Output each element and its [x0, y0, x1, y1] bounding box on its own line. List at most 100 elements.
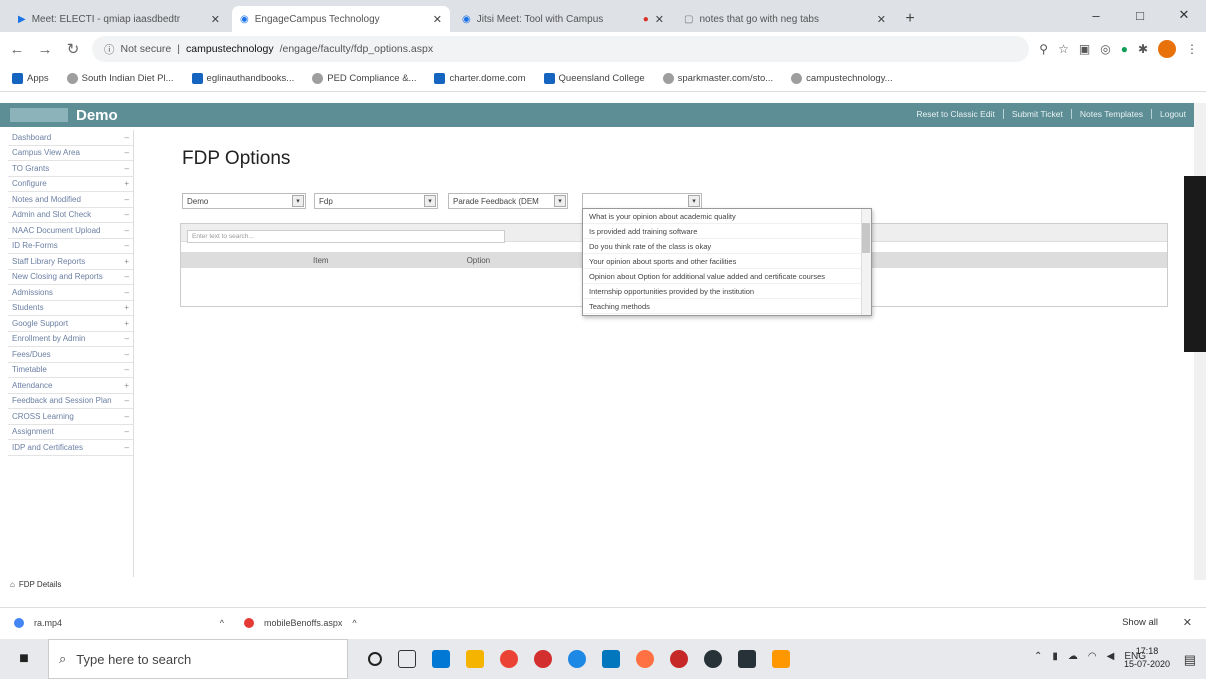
sidebar-item[interactable]: Enrollment by Admin – [8, 332, 133, 347]
taskbar-app-icon[interactable] [772, 650, 790, 668]
volume-icon[interactable]: ◀ [1107, 651, 1115, 662]
grid-search-input[interactable]: Enter text to search... [187, 230, 505, 243]
sidebar-item[interactable]: Google Support + [8, 316, 133, 332]
sidebar-item[interactable]: NAAC Document Upload – [8, 223, 133, 239]
bookmark-item[interactable]: PED Compliance &... [312, 73, 416, 84]
clock[interactable]: 17:18 15-07-2020 [1124, 645, 1170, 671]
taskbar-app-icon[interactable] [738, 650, 756, 668]
profile-avatar[interactable] [1158, 40, 1176, 58]
close-tab-icon[interactable]: ✕ [655, 13, 664, 26]
dropdown-scroll-thumb[interactable] [862, 223, 870, 253]
sidebar-item[interactable]: New Closing and Reports – [8, 270, 133, 285]
task-view-icon[interactable] [398, 650, 416, 668]
column-header-item[interactable]: Item [313, 256, 329, 265]
sidebar-item[interactable]: Assignment – [8, 425, 133, 440]
star-icon[interactable]: ☆ [1058, 42, 1069, 56]
dropdown-option[interactable]: Teaching methods [583, 299, 861, 314]
cortana-icon[interactable] [368, 652, 382, 666]
sidebar-item[interactable]: Admissions – [8, 285, 133, 301]
zoom-icon[interactable]: ⚲ [1039, 42, 1048, 56]
tray-overflow-icon[interactable]: ⌃ [1034, 651, 1042, 662]
sidebar-item[interactable]: Feedback and Session Plan – [8, 394, 133, 409]
sidebar-item[interactable]: CROSS Learning – [8, 409, 133, 425]
chevron-up-icon[interactable]: ^ [220, 618, 224, 628]
taskbar-app-icon[interactable] [432, 650, 450, 668]
close-icon[interactable]: ✕ [1183, 616, 1192, 629]
bookmark-item[interactable]: South Indian Diet Pl... [66, 73, 174, 84]
extension-icon[interactable]: ● [1121, 42, 1128, 56]
taskbar-app-icon[interactable] [704, 650, 722, 668]
bookmark-item[interactable]: eglinauthandbooks... [191, 73, 294, 84]
taskbar-app-icon[interactable] [500, 650, 518, 668]
extension-icon[interactable]: ▣ [1079, 42, 1090, 56]
taskbar-app-icon[interactable] [670, 650, 688, 668]
dropdown-option[interactable]: Do you think rate of the class is okay [583, 239, 861, 254]
download-item[interactable]: mobileBenoffs.aspx ^ [244, 617, 474, 628]
question-select[interactable]: ▾ [582, 193, 702, 209]
browser-tab-3[interactable]: ▢ notes that go with neg tabs ✕ [676, 6, 894, 32]
reload-icon[interactable]: ↻ [64, 40, 82, 58]
notification-icon[interactable]: ▤ [1184, 652, 1196, 668]
sidebar-item[interactable]: Staff Library Reports + [8, 254, 133, 270]
dropdown-option[interactable]: Is provided add training software [583, 224, 861, 239]
browser-tab-2[interactable]: ◉ Jitsi Meet: Tool with Campus ● ✕ [454, 6, 672, 32]
sidebar-item[interactable]: IDP and Certificates – [8, 440, 133, 456]
close-tab-icon[interactable]: ✕ [877, 13, 886, 26]
sidebar-item[interactable]: Admin and Slot Check – [8, 208, 133, 223]
download-item[interactable]: ra.mp4 ^ [14, 617, 244, 628]
new-tab-button[interactable]: + [898, 6, 922, 32]
bookmark-apps[interactable]: Apps [12, 73, 49, 84]
browser-tab-0[interactable]: ▶ Meet: ELECTI - qmiap iaasdbedtr ✕ [10, 6, 228, 32]
header-link[interactable]: Submit Ticket [1002, 109, 1063, 119]
dropdown-option[interactable]: Your opinion about sports and other faci… [583, 254, 861, 269]
taskbar-app-icon[interactable] [568, 650, 586, 668]
extension-icon[interactable]: ◎ [1100, 42, 1110, 56]
sidebar-item[interactable]: Attendance + [8, 378, 133, 394]
bookmark-item[interactable]: charter.dome.com [434, 73, 526, 84]
dropdown-option[interactable]: Internship opportunities provided by the… [583, 284, 861, 299]
taskbar-app-icon[interactable] [466, 650, 484, 668]
module-select[interactable]: Fdp ▾ [314, 193, 438, 209]
dropdown-option[interactable]: Opinion about Option for additional valu… [583, 269, 861, 284]
sidebar-item[interactable]: Configure + [8, 177, 133, 192]
back-icon[interactable]: ← [8, 41, 26, 58]
page-scroll-thumb[interactable] [1184, 176, 1206, 352]
taskbar-search[interactable]: ⌕ Type here to search [48, 639, 348, 679]
header-link[interactable]: Reset to Classic Edit [908, 109, 994, 119]
taskbar-app-icon[interactable] [636, 650, 654, 668]
url-field[interactable]: ⓘ Not secure | campustechnology/engage/f… [92, 36, 1030, 62]
windows-start-icon[interactable]: ■ [0, 639, 48, 679]
header-link[interactable]: Logout [1151, 109, 1186, 119]
sidebar-item[interactable]: Fees/Dues – [8, 347, 133, 363]
bookmark-item[interactable]: sparkmaster.com/sto... [662, 73, 773, 84]
institution-select[interactable]: Demo ▾ [182, 193, 306, 209]
header-link[interactable]: Notes Templates [1070, 109, 1143, 119]
battery-icon[interactable]: ▮ [1052, 651, 1058, 662]
taskbar-app-icon[interactable] [534, 650, 552, 668]
feedback-select[interactable]: Parade Feedback (DEM ▾ [448, 193, 568, 209]
taskbar-app-icon[interactable] [602, 650, 620, 668]
chevron-up-icon[interactable]: ^ [352, 618, 356, 628]
maximize-button[interactable]: □ [1118, 0, 1162, 30]
close-window-button[interactable]: ✕ [1162, 0, 1206, 30]
show-all-button[interactable]: Show all [1122, 617, 1158, 628]
sidebar-item[interactable]: Timetable – [8, 363, 133, 378]
sidebar-item[interactable]: Dashboard – [8, 130, 133, 146]
sidebar-item[interactable]: TO Grants – [8, 161, 133, 177]
column-header-option[interactable]: Option [467, 256, 491, 265]
sidebar-item[interactable]: Campus View Area – [8, 146, 133, 161]
dropdown-option[interactable]: What is your opinion about academic qual… [583, 209, 861, 224]
menu-icon[interactable]: ⋮ [1186, 42, 1198, 56]
sidebar-footer-link[interactable]: ⌂ FDP Details [10, 580, 61, 589]
sidebar-item[interactable]: Notes and Modified – [8, 192, 133, 208]
browser-tab-1[interactable]: ◉ EngageCampus Technology ✕ [232, 6, 450, 32]
cloud-icon[interactable]: ☁ [1068, 651, 1078, 662]
sidebar-item[interactable]: ID Re-Forms – [8, 239, 133, 254]
bookmark-item[interactable]: Queensland College [543, 73, 645, 84]
close-tab-icon[interactable]: ✕ [211, 13, 220, 26]
bookmark-item[interactable]: campustechnology... [791, 73, 893, 84]
wifi-icon[interactable]: ◠ [1088, 651, 1097, 662]
forward-icon[interactable]: → [36, 41, 54, 58]
puzzle-icon[interactable]: ✱ [1138, 42, 1148, 56]
minimize-button[interactable]: – [1074, 0, 1118, 30]
